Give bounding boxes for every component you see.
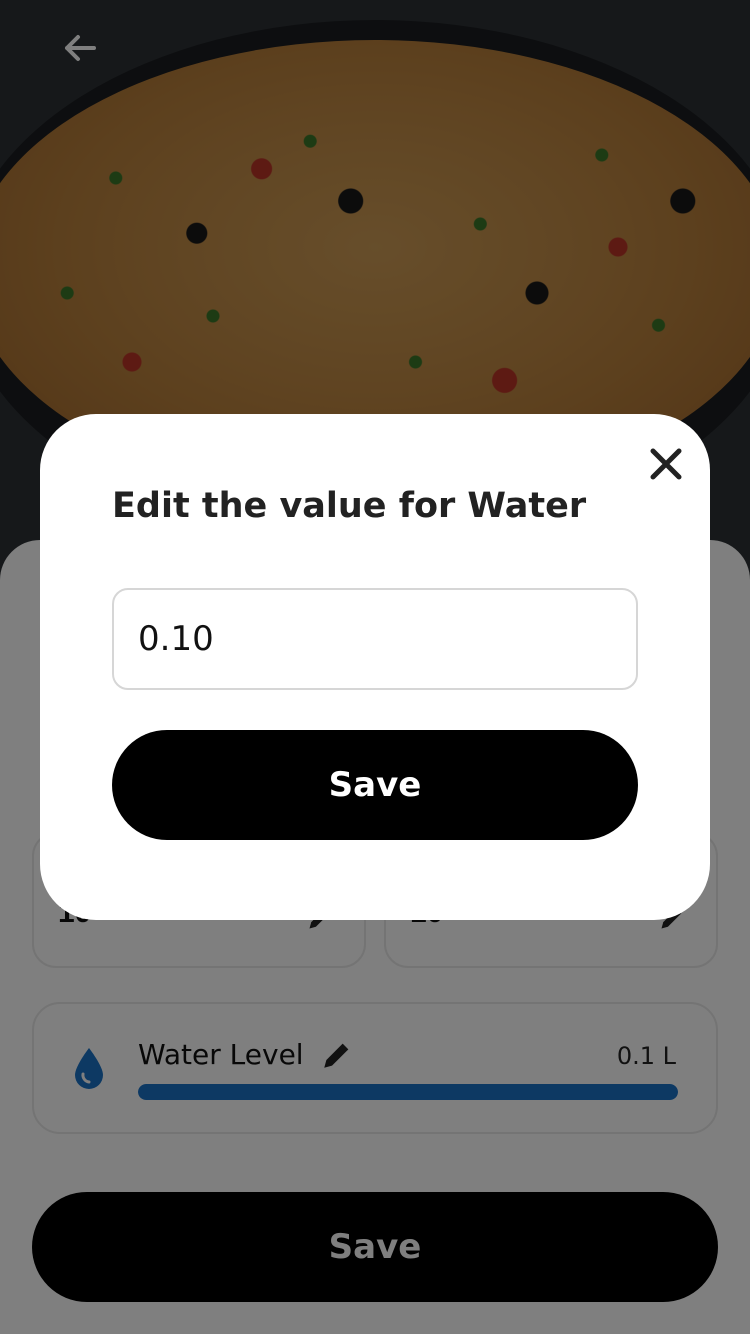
close-button[interactable] bbox=[646, 444, 686, 484]
value-input[interactable] bbox=[112, 588, 638, 690]
close-icon bbox=[650, 448, 682, 480]
dialog-save-button[interactable]: Save bbox=[112, 730, 638, 840]
dialog-title: Edit the value for Water bbox=[112, 486, 587, 526]
edit-value-dialog: Edit the value for Water Save bbox=[40, 414, 710, 920]
